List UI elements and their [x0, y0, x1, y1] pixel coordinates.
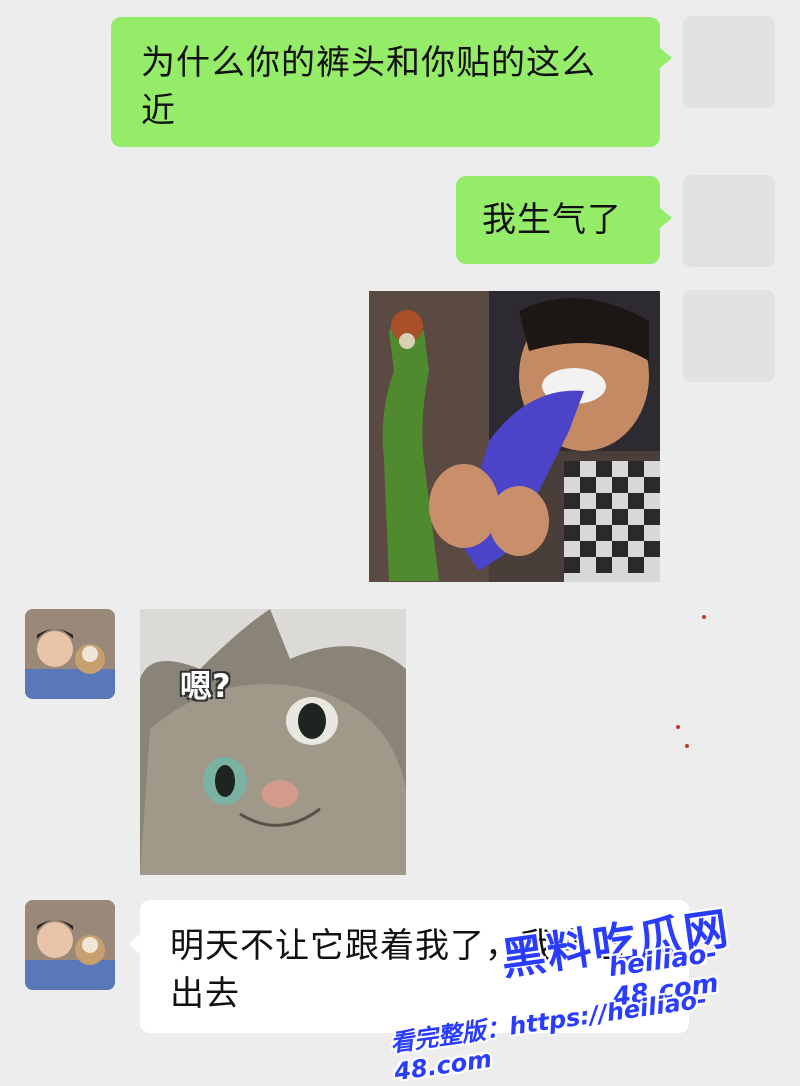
- avatar-photo: [25, 900, 115, 990]
- message-bubble-self-2[interactable]: 我生气了: [456, 176, 660, 264]
- bubble-tail: [660, 48, 672, 68]
- friend-avatar[interactable]: [25, 900, 115, 990]
- image-message-sticker-cat[interactable]: 嗯?: [140, 609, 406, 875]
- self-avatar[interactable]: [683, 175, 775, 267]
- self-avatar[interactable]: [683, 16, 775, 108]
- message-text: 我生气了: [482, 200, 622, 240]
- self-avatar[interactable]: [683, 290, 775, 382]
- stray-dot: [702, 615, 706, 619]
- bubble-tail: [660, 208, 672, 228]
- bubble-tail: [128, 934, 140, 954]
- stray-dot: [676, 725, 680, 729]
- sticker-caption: 嗯?: [180, 667, 231, 705]
- stray-dot: [685, 744, 689, 748]
- message-bubble-self-1[interactable]: 为什么你的裤头和你贴的这么近: [111, 17, 660, 147]
- avatar-photo: [25, 609, 115, 699]
- friend-avatar[interactable]: [25, 609, 115, 699]
- sticker-illustration: [369, 291, 660, 582]
- image-message-sticker-woman[interactable]: [369, 291, 660, 582]
- message-text: 为什么你的裤头和你贴的这么近: [141, 43, 596, 131]
- cat-illustration: [140, 609, 406, 875]
